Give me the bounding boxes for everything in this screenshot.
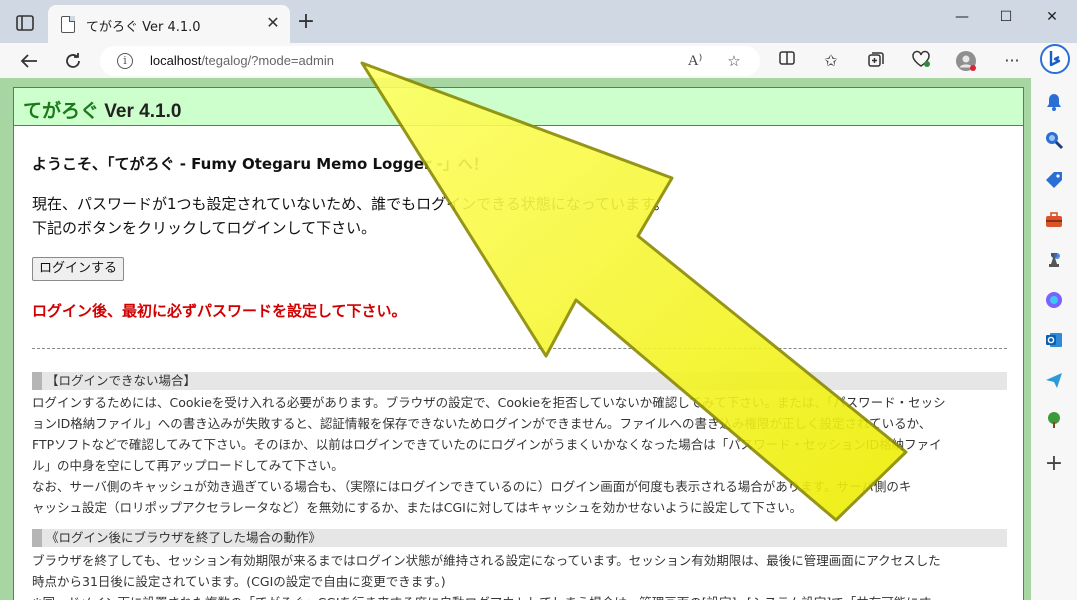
login-button[interactable]: ログインする <box>32 257 125 281</box>
password-warning: ログイン後、最初に必ずパスワードを設定して下さい。 <box>32 302 407 320</box>
profile-icon[interactable] <box>955 50 977 72</box>
browser-title-bar: てがろぐ Ver 4.1.0 ✕ + — ☐ ✕ <box>0 0 1077 43</box>
bell-icon[interactable] <box>1044 92 1064 112</box>
add-icon[interactable]: + <box>1044 453 1064 475</box>
chess-icon[interactable] <box>1044 250 1064 270</box>
new-tab-button[interactable]: + <box>296 11 316 33</box>
browser-tab[interactable]: てがろぐ Ver 4.1.0 ✕ <box>48 5 290 43</box>
back-icon <box>20 54 37 68</box>
address-bar[interactable]: i localhost/tegalog/?mode=admin A⁾ ☆ <box>100 46 760 76</box>
refresh-button[interactable] <box>60 48 86 74</box>
tab-title: てがろぐ Ver 4.1.0 <box>86 20 201 35</box>
shopping-tag-icon[interactable] <box>1044 170 1064 190</box>
edge-sidebar: + <box>1031 78 1077 600</box>
status-message: 現在、パスワードが1つも設定されていないため、誰でもログインできる状態になってい… <box>32 195 669 213</box>
close-window-button[interactable]: ✕ <box>1032 6 1072 28</box>
more-icon[interactable]: ··· <box>1001 50 1023 72</box>
section-body-login-trouble: ログインするためには、Cookieを受け入れる必要があります。ブラウザの設定で、… <box>32 395 946 515</box>
info-icon[interactable]: i <box>117 53 133 69</box>
maximize-button[interactable]: ☐ <box>986 6 1026 28</box>
browser-toolbar: i localhost/tegalog/?mode=admin A⁾ ☆ ✩ ·… <box>0 43 1077 78</box>
heart-pulse-icon[interactable] <box>910 50 932 72</box>
welcome-heading: ようこそ、「てがろぐ - Fumy Otegaru Memo Logger -」… <box>32 155 488 173</box>
minimize-button[interactable]: — <box>942 6 982 28</box>
favorites-list-icon[interactable]: ✩ <box>820 50 842 72</box>
admin-panel: てがろぐ Ver 4.1.0 ようこそ、「てがろぐ - Fumy Otegaru… <box>13 87 1024 600</box>
page-favicon-icon <box>61 16 75 33</box>
divider <box>32 348 1007 349</box>
outlook-icon[interactable] <box>1044 330 1064 350</box>
section-heading-after-close: 《ログイン後にブラウザを終了した場合の動作》 <box>32 529 1007 547</box>
refresh-icon <box>66 53 80 68</box>
section-heading-login-trouble: 【ログインできない場合】 <box>32 372 1007 390</box>
tree-icon[interactable] <box>1044 410 1064 430</box>
tab-close-button[interactable]: ✕ <box>264 14 282 32</box>
url-text[interactable]: localhost/tegalog/?mode=admin <box>150 53 334 68</box>
bing-icon[interactable] <box>1040 44 1070 74</box>
sidebar-toggle-icon[interactable] <box>14 13 36 33</box>
back-button[interactable] <box>16 48 42 74</box>
section-body-after-close: ブラウザを終了しても、セッション有効期限が来るまではログイン状態が維持される設定… <box>32 553 941 600</box>
send-icon[interactable] <box>1044 370 1064 390</box>
toolbox-icon[interactable] <box>1044 210 1064 230</box>
search-icon[interactable] <box>1044 130 1064 150</box>
favorite-icon[interactable]: ☆ <box>724 51 744 71</box>
instruction-message: 下記のボタンをクリックしてログインして下さい。 <box>32 219 377 237</box>
collections-icon[interactable] <box>865 50 887 72</box>
split-screen-icon[interactable] <box>776 50 798 72</box>
copilot-icon[interactable] <box>1044 290 1064 310</box>
page-title: てがろぐ Ver 4.1.0 <box>23 101 182 122</box>
app-header: てがろぐ Ver 4.1.0 <box>14 88 1023 126</box>
read-aloud-icon[interactable]: A⁾ <box>685 51 705 71</box>
web-page: てがろぐ Ver 4.1.0 ようこそ、「てがろぐ - Fumy Otegaru… <box>0 78 1031 600</box>
